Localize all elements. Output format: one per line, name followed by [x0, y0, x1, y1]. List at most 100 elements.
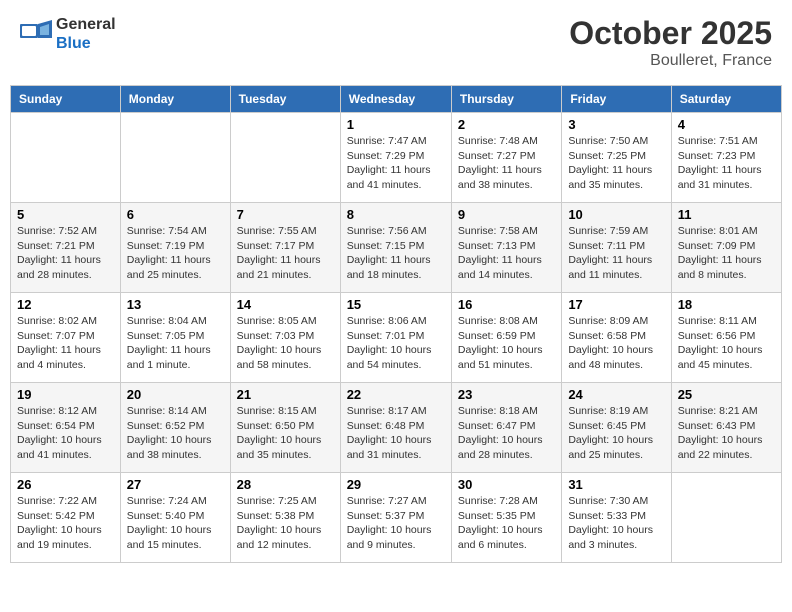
- calendar-week-1: 1Sunrise: 7:47 AM Sunset: 7:29 PM Daylig…: [11, 113, 782, 203]
- day-number: 6: [127, 207, 224, 222]
- weekday-header-wednesday: Wednesday: [340, 86, 451, 113]
- calendar-cell: 23 Sunrise: 8:18 AM Sunset: 6:47 PM Dayli…: [451, 383, 561, 473]
- calendar-table: SundayMondayTuesdayWednesdayThursdayFrid…: [10, 85, 782, 563]
- day-number: 10: [568, 207, 664, 222]
- calendar-cell: 31Sunrise: 7:30 AM Sunset: 5:33 PM Dayli…: [562, 473, 671, 563]
- day-info: Sunrise: 8:12 AM Sunset: 6:54 PM Dayligh…: [17, 404, 114, 463]
- day-number: 3: [568, 117, 664, 132]
- calendar-week-5: 26 Sunrise: 7:22 AM Sunset: 5:42 PM Dayli…: [11, 473, 782, 563]
- calendar-cell: 18 Sunrise: 8:11 AM Sunset: 6:56 PM Dayli…: [671, 293, 781, 383]
- day-number: 7: [237, 207, 334, 222]
- calendar-cell: 13 Sunrise: 8:04 AM Sunset: 7:05 PM Dayli…: [120, 293, 230, 383]
- calendar-cell: 30 Sunrise: 7:28 AM Sunset: 5:35 PM Dayli…: [451, 473, 561, 563]
- day-info: Sunrise: 7:56 AM Sunset: 7:15 PM Dayligh…: [347, 224, 445, 283]
- day-info: Sunrise: 7:52 AM Sunset: 7:21 PM Dayligh…: [17, 224, 114, 283]
- day-number: 23: [458, 387, 555, 402]
- day-info: Sunrise: 8:17 AM Sunset: 6:48 PM Dayligh…: [347, 404, 445, 463]
- day-info: Sunrise: 8:08 AM Sunset: 6:59 PM Dayligh…: [458, 314, 555, 373]
- calendar-cell: 15 Sunrise: 8:06 AM Sunset: 7:01 PM Dayli…: [340, 293, 451, 383]
- day-info: Sunrise: 7:28 AM Sunset: 5:35 PM Dayligh…: [458, 494, 555, 553]
- day-number: 21: [237, 387, 334, 402]
- weekday-header-monday: Monday: [120, 86, 230, 113]
- weekday-header-sunday: Sunday: [11, 86, 121, 113]
- calendar-cell: 9 Sunrise: 7:58 AM Sunset: 7:13 PM Daylig…: [451, 203, 561, 293]
- day-number: 1: [347, 117, 445, 132]
- calendar-cell: 24 Sunrise: 8:19 AM Sunset: 6:45 PM Dayli…: [562, 383, 671, 473]
- day-info: Sunrise: 8:06 AM Sunset: 7:01 PM Dayligh…: [347, 314, 445, 373]
- calendar-cell: 12Sunrise: 8:02 AM Sunset: 7:07 PM Dayli…: [11, 293, 121, 383]
- day-info: Sunrise: 8:21 AM Sunset: 6:43 PM Dayligh…: [678, 404, 775, 463]
- day-number: 14: [237, 297, 334, 312]
- calendar-cell: 17Sunrise: 8:09 AM Sunset: 6:58 PM Dayli…: [562, 293, 671, 383]
- calendar-cell: 8 Sunrise: 7:56 AM Sunset: 7:15 PM Daylig…: [340, 203, 451, 293]
- logo-icon: [20, 20, 52, 48]
- calendar-cell: 6 Sunrise: 7:54 AM Sunset: 7:19 PM Daylig…: [120, 203, 230, 293]
- day-number: 28: [237, 477, 334, 492]
- weekday-header-tuesday: Tuesday: [230, 86, 340, 113]
- day-number: 12: [17, 297, 114, 312]
- calendar-cell: 7Sunrise: 7:55 AM Sunset: 7:17 PM Daylig…: [230, 203, 340, 293]
- day-number: 11: [678, 207, 775, 222]
- day-number: 24: [568, 387, 664, 402]
- calendar-cell: 1Sunrise: 7:47 AM Sunset: 7:29 PM Daylig…: [340, 113, 451, 203]
- day-number: 2: [458, 117, 555, 132]
- title-area: October 2025 Boulleret, France: [569, 15, 772, 70]
- calendar-week-3: 12Sunrise: 8:02 AM Sunset: 7:07 PM Dayli…: [11, 293, 782, 383]
- day-info: Sunrise: 8:05 AM Sunset: 7:03 PM Dayligh…: [237, 314, 334, 373]
- day-info: Sunrise: 7:59 AM Sunset: 7:11 PM Dayligh…: [568, 224, 664, 283]
- day-info: Sunrise: 7:50 AM Sunset: 7:25 PM Dayligh…: [568, 134, 664, 193]
- day-number: 5: [17, 207, 114, 222]
- day-info: Sunrise: 8:15 AM Sunset: 6:50 PM Dayligh…: [237, 404, 334, 463]
- day-number: 13: [127, 297, 224, 312]
- day-number: 9: [458, 207, 555, 222]
- day-info: Sunrise: 7:22 AM Sunset: 5:42 PM Dayligh…: [17, 494, 114, 553]
- day-info: Sunrise: 8:18 AM Sunset: 6:47 PM Dayligh…: [458, 404, 555, 463]
- calendar-cell: 25 Sunrise: 8:21 AM Sunset: 6:43 PM Dayli…: [671, 383, 781, 473]
- day-info: Sunrise: 7:58 AM Sunset: 7:13 PM Dayligh…: [458, 224, 555, 283]
- day-number: 15: [347, 297, 445, 312]
- page-header: General Blue October 2025 Boulleret, Fra…: [10, 10, 782, 75]
- day-number: 16: [458, 297, 555, 312]
- calendar-cell: 29Sunrise: 7:27 AM Sunset: 5:37 PM Dayli…: [340, 473, 451, 563]
- calendar-header-row: SundayMondayTuesdayWednesdayThursdayFrid…: [11, 86, 782, 113]
- calendar-cell: [120, 113, 230, 203]
- calendar-cell: 20 Sunrise: 8:14 AM Sunset: 6:52 PM Dayli…: [120, 383, 230, 473]
- day-number: 8: [347, 207, 445, 222]
- day-info: Sunrise: 8:14 AM Sunset: 6:52 PM Dayligh…: [127, 404, 224, 463]
- calendar-cell: [230, 113, 340, 203]
- day-number: 30: [458, 477, 555, 492]
- day-number: 26: [17, 477, 114, 492]
- calendar-cell: 16 Sunrise: 8:08 AM Sunset: 6:59 PM Dayli…: [451, 293, 561, 383]
- day-info: Sunrise: 7:48 AM Sunset: 7:27 PM Dayligh…: [458, 134, 555, 193]
- calendar-cell: 22 Sunrise: 8:17 AM Sunset: 6:48 PM Dayli…: [340, 383, 451, 473]
- day-info: Sunrise: 8:01 AM Sunset: 7:09 PM Dayligh…: [678, 224, 775, 283]
- day-info: Sunrise: 7:27 AM Sunset: 5:37 PM Dayligh…: [347, 494, 445, 553]
- day-number: 20: [127, 387, 224, 402]
- day-info: Sunrise: 7:30 AM Sunset: 5:33 PM Dayligh…: [568, 494, 664, 553]
- logo-blue-text: Blue: [56, 34, 116, 53]
- calendar-cell: 11 Sunrise: 8:01 AM Sunset: 7:09 PM Dayli…: [671, 203, 781, 293]
- day-number: 22: [347, 387, 445, 402]
- calendar-cell: [671, 473, 781, 563]
- calendar-cell: 21 Sunrise: 8:15 AM Sunset: 6:50 PM Dayli…: [230, 383, 340, 473]
- day-info: Sunrise: 7:51 AM Sunset: 7:23 PM Dayligh…: [678, 134, 775, 193]
- day-number: 25: [678, 387, 775, 402]
- day-number: 18: [678, 297, 775, 312]
- day-info: Sunrise: 7:54 AM Sunset: 7:19 PM Dayligh…: [127, 224, 224, 283]
- day-info: Sunrise: 8:04 AM Sunset: 7:05 PM Dayligh…: [127, 314, 224, 373]
- calendar-cell: 4Sunrise: 7:51 AM Sunset: 7:23 PM Daylig…: [671, 113, 781, 203]
- month-title: October 2025: [569, 15, 772, 52]
- day-number: 17: [568, 297, 664, 312]
- weekday-header-friday: Friday: [562, 86, 671, 113]
- calendar-cell: 26 Sunrise: 7:22 AM Sunset: 5:42 PM Dayli…: [11, 473, 121, 563]
- logo: General Blue: [20, 15, 116, 53]
- calendar-week-4: 19Sunrise: 8:12 AM Sunset: 6:54 PM Dayli…: [11, 383, 782, 473]
- day-info: Sunrise: 8:11 AM Sunset: 6:56 PM Dayligh…: [678, 314, 775, 373]
- day-info: Sunrise: 7:25 AM Sunset: 5:38 PM Dayligh…: [237, 494, 334, 553]
- day-number: 27: [127, 477, 224, 492]
- calendar-cell: 14 Sunrise: 8:05 AM Sunset: 7:03 PM Dayli…: [230, 293, 340, 383]
- calendar-cell: 3 Sunrise: 7:50 AM Sunset: 7:25 PM Daylig…: [562, 113, 671, 203]
- day-info: Sunrise: 8:19 AM Sunset: 6:45 PM Dayligh…: [568, 404, 664, 463]
- calendar-cell: 19Sunrise: 8:12 AM Sunset: 6:54 PM Dayli…: [11, 383, 121, 473]
- calendar-cell: 5 Sunrise: 7:52 AM Sunset: 7:21 PM Daylig…: [11, 203, 121, 293]
